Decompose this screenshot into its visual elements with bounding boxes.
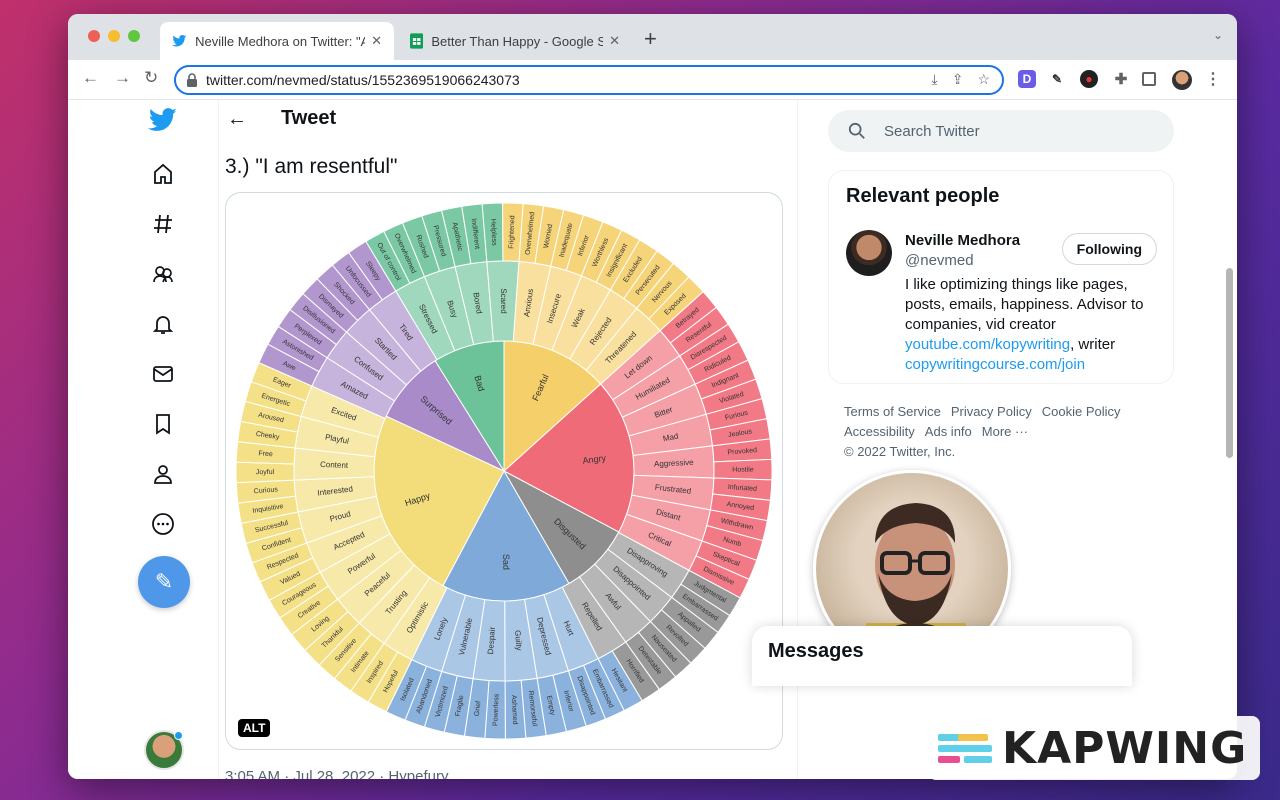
bookmark-icon[interactable] <box>138 404 188 444</box>
twitter-logo-icon[interactable] <box>138 100 188 140</box>
bio-link-course[interactable]: copywritingcourse.com/join <box>905 356 1085 373</box>
main-column: ← Tweet 3.) "I am resentful" Angry Disgus… <box>218 100 798 779</box>
reload-button[interactable]: ↻ <box>144 68 158 88</box>
search-placeholder: Search Twitter <box>884 122 980 140</box>
profile-avatar[interactable] <box>1172 70 1192 90</box>
minimize-window-button[interactable] <box>108 30 120 42</box>
footer-links: Terms of Service Privacy Policy Cookie Pol… <box>844 402 1144 462</box>
kapwing-logo-icon <box>938 730 992 766</box>
wheel-outer-label: Powerless <box>492 693 500 726</box>
home-icon[interactable] <box>138 154 188 194</box>
relevant-people-title: Relevant people <box>846 185 1000 207</box>
kapwing-wordmark: KAPWING <box>1002 722 1248 774</box>
lock-icon <box>187 73 197 87</box>
back-button[interactable]: ← <box>82 68 99 88</box>
forward-button[interactable]: → <box>114 68 131 88</box>
wheel-middle-label: Content <box>320 460 349 470</box>
alt-text-badge[interactable]: ALT <box>238 719 271 737</box>
wheel-outer-label: Frightened <box>508 215 516 249</box>
messages-title: Messages <box>768 640 864 662</box>
terms-link[interactable]: Terms of Service <box>844 404 941 419</box>
new-tab-button[interactable]: + <box>644 26 657 52</box>
bookmark-star-icon[interactable]: ☆ <box>977 71 990 88</box>
bio-link-separator: , writer <box>1070 336 1116 353</box>
install-app-icon[interactable]: ⤓ <box>932 71 938 88</box>
accessibility-link[interactable]: Accessibility <box>844 424 915 439</box>
relevant-people-card: Relevant people Neville Medhora @nevmed … <box>828 170 1174 384</box>
browser-toolbar: ← → ↻ twitter.com/nevmed/status/15523695… <box>68 60 1237 100</box>
messages-drawer[interactable]: Messages <box>752 626 1132 686</box>
back-arrow-icon[interactable]: ← <box>227 108 247 131</box>
page-title: Tweet <box>281 107 337 129</box>
close-tab-icon[interactable]: ✕ <box>371 33 382 49</box>
explore-hashtag-icon[interactable] <box>138 204 188 244</box>
extension-record-icon[interactable]: ● <box>1080 70 1098 88</box>
cookie-link[interactable]: Cookie Policy <box>1042 404 1121 419</box>
browser-menu-icon[interactable]: ⋮ <box>1204 70 1222 88</box>
extension-bird-icon[interactable]: ✎ <box>1048 70 1066 88</box>
wheel-middle-label: Scared <box>499 288 508 313</box>
feelings-wheel-graphic: AngryDisgustedSadHappySurprisedBad Fearfu… <box>235 202 773 740</box>
feather-plus-icon: ✎ <box>154 569 174 594</box>
messages-envelope-icon[interactable] <box>138 354 188 394</box>
extensions-puzzle-icon[interactable]: ✚ <box>1112 70 1130 88</box>
search-input[interactable]: Search Twitter <box>828 110 1174 152</box>
tweet-image-feelings-wheel[interactable]: Angry Disgusted Sad Happy Surprised Bad Fearfu… <box>225 192 783 750</box>
wheel-outer-label: Joyful <box>256 469 275 476</box>
tab-title: Neville Medhora on Twitter: "A <box>195 33 366 49</box>
tab-title: Better Than Happy - Google Sl <box>431 33 604 49</box>
profile-person-icon[interactable] <box>138 454 188 494</box>
ads-info-link[interactable]: Ads info <box>925 424 972 439</box>
communities-icon[interactable] <box>138 254 188 294</box>
notification-dot <box>174 731 183 740</box>
tab-strip: Neville Medhora on Twitter: "A ✕ Better … <box>68 14 1237 60</box>
tab-search-button[interactable]: ⌄ <box>1213 28 1223 42</box>
tab-google-slides[interactable]: Better Than Happy - Google Sl ✕ <box>398 22 632 60</box>
person-handle[interactable]: @nevmed <box>905 252 974 269</box>
person-avatar[interactable] <box>846 230 892 276</box>
close-tab-icon[interactable]: ✕ <box>609 33 620 49</box>
wheel-core-label: Sad <box>501 554 511 570</box>
following-button[interactable]: Following <box>1061 233 1157 265</box>
share-icon[interactable]: ⇪ <box>952 71 964 88</box>
compose-tweet-button[interactable]: ✎ <box>138 556 190 608</box>
wheel-middle-label: Guilty <box>513 630 524 651</box>
search-icon <box>848 122 865 139</box>
tweet-text: 3.) "I am resentful" <box>225 155 398 178</box>
wheel-outer-label: Hostile <box>732 467 754 474</box>
person-name[interactable]: Neville Medhora <box>905 232 1020 249</box>
wheel-outer-label: Free <box>258 450 273 458</box>
wheel-outer-label: Ashamed <box>510 695 518 725</box>
bio-text: I like optimizing things like pages, pos… <box>905 276 1144 333</box>
more-link[interactable]: More ··· <box>982 424 1028 439</box>
privacy-link[interactable]: Privacy Policy <box>951 404 1032 419</box>
kapwing-watermark: KAPWING <box>928 716 1260 780</box>
more-circle-icon[interactable] <box>138 504 188 544</box>
notifications-bell-icon[interactable] <box>138 304 188 344</box>
tweet-timestamp[interactable]: 3:05 AM · Jul 28, 2022 · Hypefury <box>225 768 448 779</box>
omnibox-actions: ⤓ ⇪ ☆ <box>932 71 991 88</box>
wheel-outer-label: Helpless <box>489 219 497 247</box>
google-sheets-favicon-icon <box>410 33 424 49</box>
wheel-middle-label: Aggressive <box>654 458 694 469</box>
url-text: twitter.com/nevmed/status/15523695190662… <box>206 72 520 88</box>
maximize-window-button[interactable] <box>128 30 140 42</box>
extension-d-icon[interactable]: D <box>1018 70 1036 88</box>
person-bio: I like optimizing things like pages, pos… <box>905 275 1159 375</box>
address-bar[interactable]: twitter.com/nevmed/status/15523695190662… <box>174 65 1004 95</box>
twitter-favicon-icon <box>172 35 187 47</box>
page-scrollbar[interactable] <box>1226 268 1233 458</box>
close-window-button[interactable] <box>88 30 100 42</box>
side-panel-icon[interactable] <box>1142 72 1156 86</box>
window-controls <box>88 30 140 42</box>
tab-twitter[interactable]: Neville Medhora on Twitter: "A ✕ <box>160 22 394 60</box>
account-avatar[interactable] <box>144 730 184 770</box>
copyright-text: © 2022 Twitter, Inc. <box>844 444 956 459</box>
bio-link-youtube[interactable]: youtube.com/kopywriting <box>905 336 1070 353</box>
